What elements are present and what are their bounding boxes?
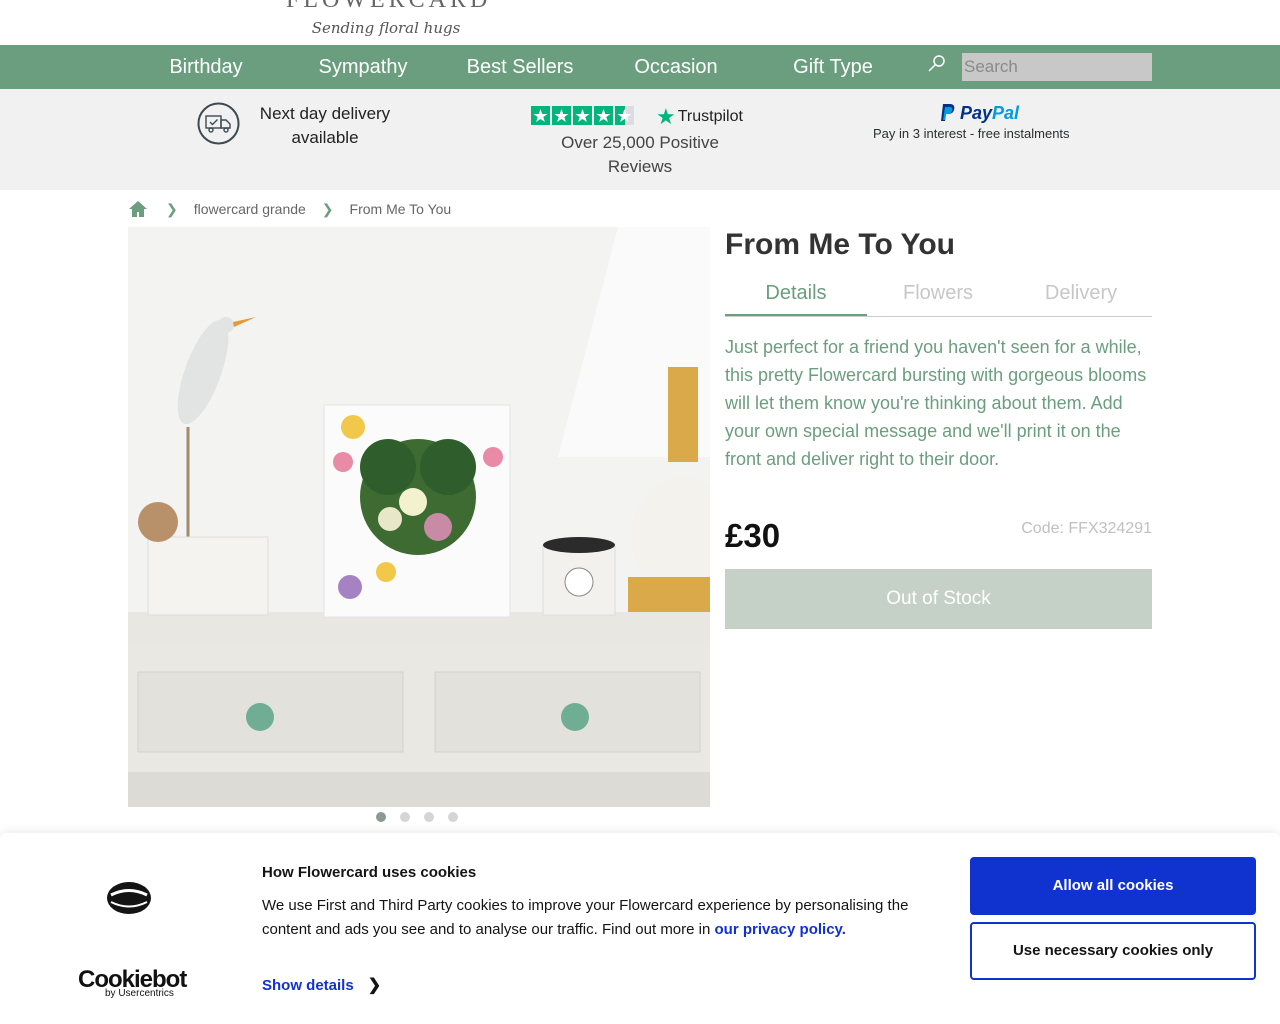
chevron-right-icon: ❯ (367, 977, 382, 994)
gallery-dot[interactable] (424, 812, 434, 822)
search-input[interactable] (962, 53, 1152, 81)
paypal-brand-part1: Pay (960, 102, 993, 123)
privacy-policy-link[interactable]: our privacy policy. (715, 921, 846, 938)
gallery-dot[interactable] (376, 812, 386, 822)
trustpilot-stars-icon (531, 106, 634, 125)
delivery-truck-icon (197, 102, 240, 145)
cookie-text: We use First and Third Party cookies to … (262, 894, 942, 942)
cookiebot-sub: by Usercentrics (105, 988, 174, 999)
site-logo[interactable]: FLOWERCARD Sending floral hugs (286, 0, 492, 38)
product-title: From Me To You (725, 228, 955, 261)
breadcrumb-current: From Me To You (349, 201, 452, 217)
product-description: Just perfect for a friend you haven't se… (725, 337, 1147, 469)
breadcrumb-item[interactable]: flowercard grande (194, 201, 306, 217)
logo-brand: FLOWERCARD (286, 0, 492, 13)
search-icon[interactable] (926, 53, 948, 75)
paypal-icon (941, 104, 955, 121)
breadcrumb: ❯ flowercard grande ❯ From Me To You (128, 198, 467, 220)
usp-paypal-text: Pay in 3 interest - free instalments (873, 126, 1070, 141)
site-header: FLOWERCARD Sending floral hugs (0, 0, 1280, 45)
cookie-banner: Cookiebot by Usercentrics How Flowercard… (0, 833, 1280, 1024)
tab-delivery[interactable]: Delivery (1010, 275, 1152, 316)
trustpilot-star-icon: ★ (656, 104, 676, 129)
nav-item-birthday[interactable]: Birthday (146, 45, 266, 89)
nav-item-sympathy[interactable]: Sympathy (303, 45, 423, 89)
logo-tagline: Sending floral hugs (311, 19, 461, 37)
trustpilot-logo: ★ Trustpilot (656, 104, 743, 129)
product-code: Code: FFX324291 (1021, 520, 1152, 537)
product-photo (128, 227, 710, 807)
tab-flowers[interactable]: Flowers (867, 275, 1009, 316)
product-image[interactable] (128, 227, 710, 807)
chevron-right-icon: ❯ (321, 200, 334, 217)
nav-item-best-sellers[interactable]: Best Sellers (455, 45, 585, 89)
product-price: £30 (725, 517, 781, 554)
home-icon[interactable] (128, 199, 148, 219)
nav-item-gift-type[interactable]: Gift Type (773, 45, 893, 89)
trustpilot-brand: Trustpilot (677, 108, 743, 125)
cookiebot-icon (107, 882, 151, 914)
gallery-dot[interactable] (448, 812, 458, 822)
allow-all-cookies-button[interactable]: Allow all cookies (970, 857, 1256, 915)
product-tabs: Details Flowers Delivery (725, 275, 1152, 317)
out-of-stock-button[interactable]: Out of Stock (725, 569, 1152, 629)
show-details-button[interactable]: Show details ❯ (262, 975, 381, 995)
chevron-right-icon: ❯ (166, 200, 178, 217)
usp-delivery-text: Next day delivery available (259, 104, 391, 147)
paypal-logo: Pay Pal (940, 101, 1019, 125)
usp-bar: Next day delivery available ★ Trustpilot… (0, 89, 1280, 190)
necessary-cookies-button[interactable]: Use necessary cookies only (970, 922, 1256, 980)
paypal-brand-part2: Pal (992, 102, 1020, 123)
show-details-label: Show details (262, 976, 354, 994)
usp-reviews-text: Over 25,000 Positive Reviews (561, 133, 719, 176)
nav-item-occasion[interactable]: Occasion (616, 45, 736, 89)
gallery-dot[interactable] (400, 812, 410, 822)
cookie-title: How Flowercard uses cookies (262, 864, 477, 881)
tab-details[interactable]: Details (725, 275, 867, 316)
gallery-dots (376, 812, 458, 822)
